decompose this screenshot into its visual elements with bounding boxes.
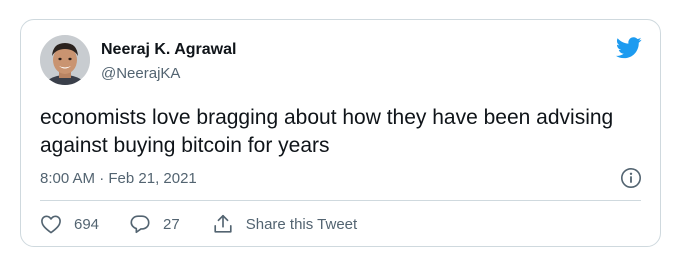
avatar-photo <box>40 35 90 85</box>
share-label: Share this Tweet <box>245 215 358 233</box>
reply-bubble-icon <box>130 215 150 234</box>
share-icon <box>214 214 232 233</box>
tweet-card[interactable]: Neeraj K. Agrawal @NeerajKA economists l… <box>20 19 661 247</box>
like-button[interactable]: 694 <box>40 214 99 234</box>
divider <box>40 200 641 201</box>
reply-button[interactable]: 27 <box>129 213 180 235</box>
tweet-actions: 694 27 Share this Tweet <box>40 212 357 236</box>
tweet-text: economists love bragging about how they … <box>40 106 614 157</box>
reply-count: 27 <box>163 215 180 233</box>
like-count: 694 <box>74 215 100 233</box>
heart-icon <box>41 215 61 234</box>
author-handle[interactable]: @NeerajKA <box>101 65 180 82</box>
share-button[interactable]: Share this Tweet <box>212 213 357 235</box>
author-name[interactable]: Neeraj K. Agrawal <box>101 41 236 59</box>
tweet-timestamp[interactable]: 8:00 AM · Feb 21, 2021 <box>40 170 197 187</box>
avatar[interactable] <box>40 35 90 85</box>
twitter-bird-icon[interactable] <box>615 37 642 59</box>
info-icon[interactable] <box>620 167 642 189</box>
